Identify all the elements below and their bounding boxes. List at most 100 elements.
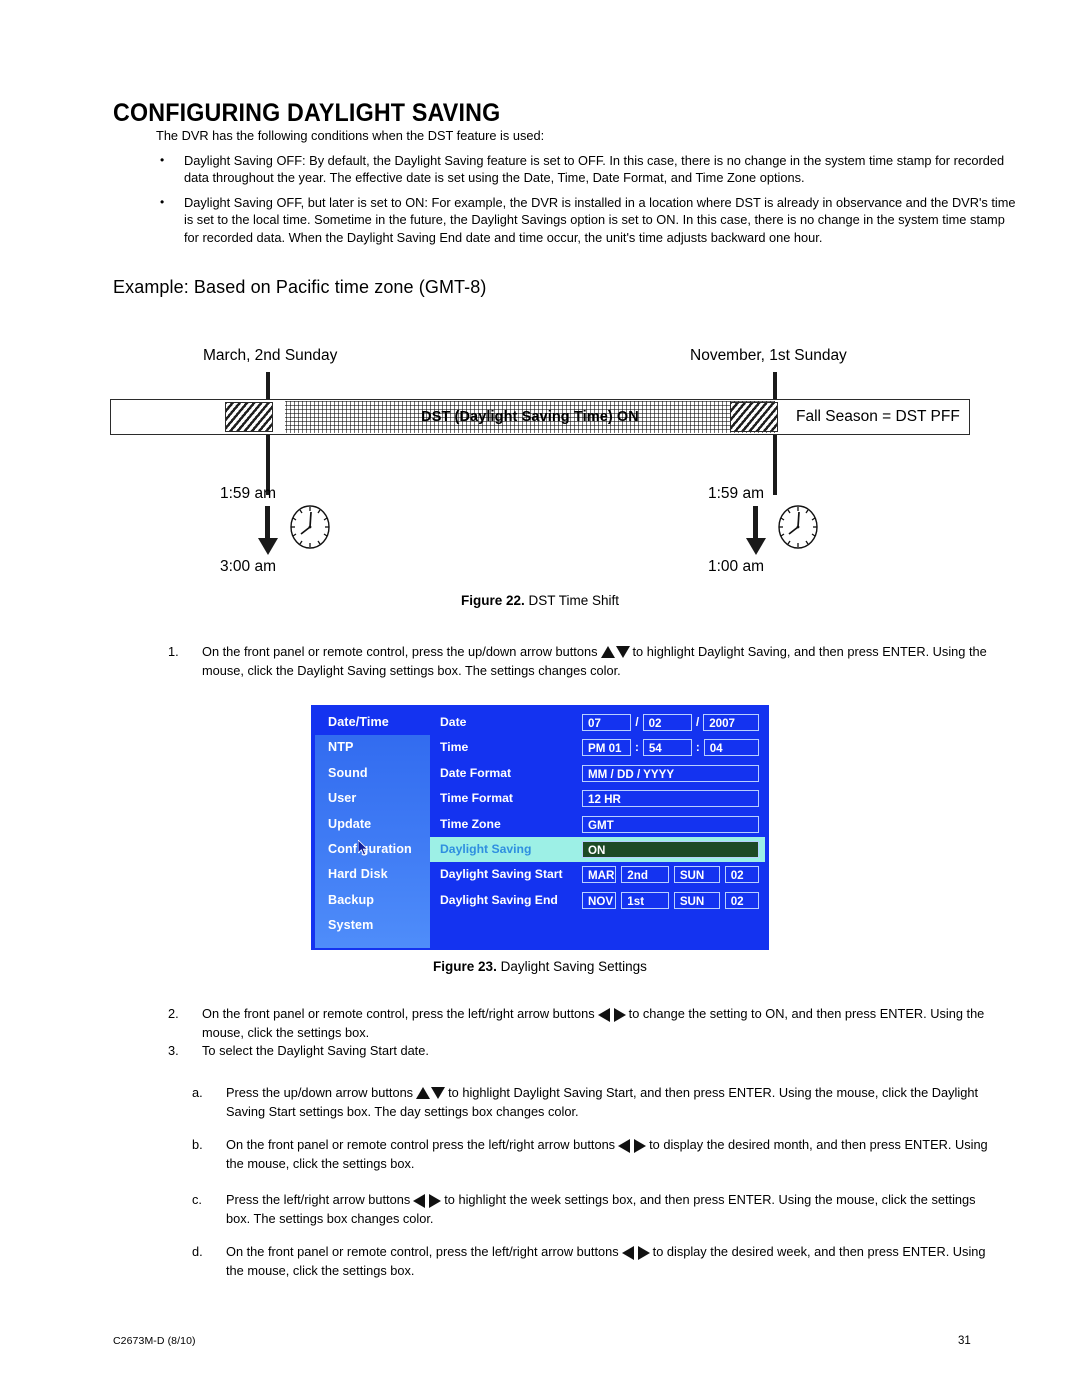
dst-on-label: DST (Daylight Saving Time) ON	[421, 409, 639, 425]
fall-arrow-head-icon	[745, 538, 766, 555]
row-time-label: Time	[440, 740, 469, 755]
substep-b-body: On the front panel or remote control pre…	[226, 1136, 992, 1172]
step-2-body: On the front panel or remote control, pr…	[202, 1005, 1013, 1041]
step-2-text-before: On the front panel or remote control, pr…	[202, 1006, 595, 1021]
row-time-fields: PM 01 : 54 : 04	[582, 738, 759, 757]
time-format-field[interactable]: 12 HR	[582, 790, 759, 808]
arrow-left-icon	[597, 1008, 610, 1022]
dst-off-label: Fall Season = DST PFF	[796, 408, 960, 425]
step-3: 3. To select the Daylight Saving Start d…	[168, 1042, 1013, 1060]
time-hour-field[interactable]: PM 01	[582, 739, 631, 757]
sidebar-item-update[interactable]: Update	[315, 812, 430, 837]
daylight-saving-value-field[interactable]: ON	[582, 840, 759, 858]
date-month-field[interactable]: 07	[582, 714, 632, 731]
footer-document-code: C2673M-D (8/10)	[113, 1335, 196, 1347]
mouse-cursor-icon	[358, 840, 369, 856]
page-title: CONFIGURING DAYLIGHT SAVING	[113, 98, 501, 127]
figure-23-title: Daylight Saving Settings	[500, 959, 647, 974]
time-zone-field[interactable]: GMT	[582, 815, 759, 833]
sidebar-item-date-time[interactable]: Date/Time	[315, 710, 430, 736]
list-item: • Daylight Saving OFF: By default, the D…	[156, 152, 1016, 187]
row-time-zone[interactable]: Time Zone GMT	[430, 812, 765, 837]
time-minute-field[interactable]: 54	[642, 739, 692, 757]
spring-before-time: 1:59 am	[220, 485, 277, 502]
arrow-left-icon	[618, 1139, 631, 1153]
substep-a-text-before: Press the up/down arrow buttons	[226, 1085, 414, 1100]
sidebar-item-configuration[interactable]: Configuration	[315, 837, 430, 862]
row-time-format[interactable]: Time Format 12 HR	[430, 786, 765, 811]
date-year-field[interactable]: 2007	[703, 714, 759, 731]
date-separator-1: /	[635, 716, 639, 729]
figure-23-number: Figure 23.	[433, 959, 497, 974]
substep-a-body: Press the up/down arrow buttons to highli…	[226, 1084, 992, 1120]
condition-bullet-list: • Daylight Saving OFF: By default, the D…	[156, 152, 1016, 247]
row-time[interactable]: Time PM 01 : 54 : 04	[430, 735, 765, 760]
step-2: 2. On the front panel or remote control,…	[168, 1005, 1013, 1041]
arrow-down-icon	[615, 646, 630, 658]
row-daylight-saving-fields: ON	[582, 840, 759, 859]
time-separator-2: :	[695, 741, 700, 755]
row-date-fields: 07 / 02 / 2007	[582, 713, 759, 732]
dst-end-hour-field[interactable]: 02	[724, 891, 759, 909]
left-right-arrow-icons	[618, 1137, 647, 1155]
dvr-menu-sidebar[interactable]: Date/Time NTP Sound User Update Configur…	[315, 710, 430, 948]
row-daylight-saving-label: Daylight Saving	[440, 841, 532, 856]
intro-paragraph: The DVR has the following conditions whe…	[156, 128, 545, 143]
dst-end-month-field[interactable]: NOV	[582, 891, 617, 909]
spring-after-time: 3:00 am	[220, 558, 277, 575]
dst-timeline-figure: March, 2nd Sunday November, 1st Sunday D…	[110, 340, 970, 588]
timeline-start-label: March, 2nd Sunday	[203, 347, 338, 364]
time-second-field[interactable]: 04	[703, 739, 759, 757]
bullet-icon: •	[160, 194, 165, 209]
row-date-format[interactable]: Date Format MM / DD / YYYY	[430, 761, 765, 786]
dst-start-week-field[interactable]: 2nd	[621, 866, 669, 884]
spring-arrow-head-icon	[257, 538, 278, 555]
row-daylight-saving-start[interactable]: Daylight Saving Start MAR 2nd SUN 02	[430, 862, 765, 887]
clock-icon	[290, 505, 330, 549]
dst-start-hour-field[interactable]: 02	[724, 866, 759, 884]
substep-c-letter: c.	[192, 1192, 202, 1207]
dst-end-day-field[interactable]: SUN	[673, 891, 720, 909]
intro-section: The DVR has the following conditions whe…	[156, 127, 1016, 253]
row-date[interactable]: Date 07 / 02 / 2007	[430, 710, 765, 735]
row-time-zone-label: Time Zone	[440, 816, 501, 831]
substep-d-text-before: On the front panel or remote control, pr…	[226, 1244, 619, 1259]
arrow-right-icon	[613, 1008, 626, 1022]
row-daylight-saving-end[interactable]: Daylight Saving End NOV 1st SUN 02	[430, 888, 765, 913]
sidebar-item-user[interactable]: User	[315, 786, 430, 811]
left-right-arrow-icons	[413, 1192, 442, 1210]
substep-d-letter: d.	[192, 1244, 203, 1259]
sidebar-item-system[interactable]: System	[315, 913, 430, 938]
figure-22-number: Figure 22.	[460, 593, 525, 608]
dst-end-week-field[interactable]: 1st	[621, 891, 669, 909]
row-time-zone-fields: GMT	[582, 815, 759, 834]
up-down-arrow-icons	[600, 644, 630, 662]
step-3-number: 3.	[168, 1043, 179, 1058]
clock-icon	[778, 505, 818, 549]
arrow-left-icon	[413, 1194, 426, 1208]
row-date-format-label: Date Format	[440, 765, 512, 780]
timeline-end-label: November, 1st Sunday	[690, 347, 847, 364]
step-1-number: 1.	[168, 644, 179, 659]
row-dst-end-fields: NOV 1st SUN 02	[582, 891, 759, 910]
sidebar-item-backup[interactable]: Backup	[315, 888, 430, 913]
document-page: CONFIGURING DAYLIGHT SAVING The DVR has …	[0, 0, 1080, 1397]
sidebar-item-hard-disk[interactable]: Hard Disk	[315, 862, 430, 887]
date-day-field[interactable]: 02	[642, 714, 692, 731]
date-format-field[interactable]: MM / DD / YYYY	[582, 764, 759, 782]
sidebar-item-ntp[interactable]: NTP	[315, 735, 430, 760]
fall-before-time: 1:59 am	[708, 485, 765, 502]
row-time-format-fields: 12 HR	[582, 789, 759, 808]
dst-start-day-field[interactable]: SUN	[673, 866, 720, 884]
substep-a-letter: a.	[192, 1085, 203, 1100]
arrow-left-icon	[621, 1246, 634, 1260]
dst-start-month-field[interactable]: MAR	[582, 866, 617, 884]
arrow-right-icon	[429, 1194, 442, 1208]
step-2-number: 2.	[168, 1006, 179, 1021]
list-item: • Daylight Saving OFF, but later is set …	[156, 194, 1016, 247]
example-heading: Example: Based on Pacific time zone (GMT…	[113, 277, 487, 297]
substep-c: c. Press the left/right arrow buttons to …	[192, 1191, 992, 1227]
row-daylight-saving[interactable]: Daylight Saving ON	[430, 836, 765, 863]
arrow-up-icon	[600, 646, 615, 658]
sidebar-item-sound[interactable]: Sound	[315, 761, 430, 786]
